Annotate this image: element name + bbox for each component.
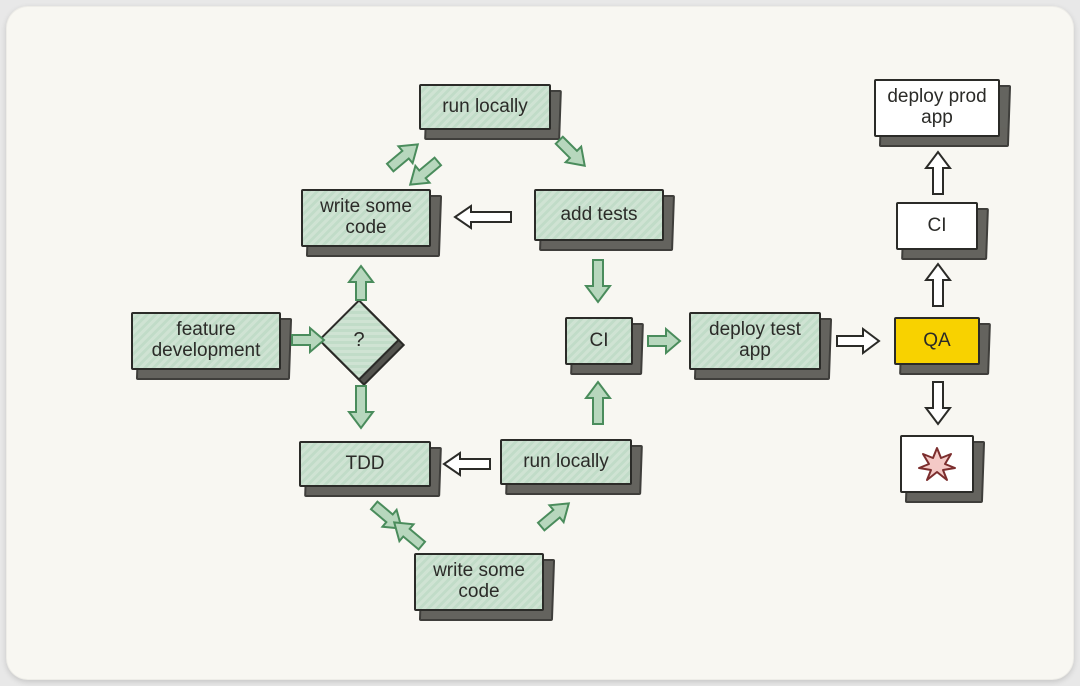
- node-label: ?: [330, 311, 388, 369]
- node-label: QA: [923, 331, 950, 352]
- node-label: run locally: [442, 97, 528, 118]
- node-label: write some code: [422, 561, 536, 603]
- arrow-writebot-to-runbot: [531, 492, 578, 538]
- diagram-card: { "nodes": { "feature_dev": { "label": "…: [6, 6, 1074, 680]
- node-label: add tests: [560, 205, 637, 226]
- arrow-qa-to-ciwhite: [924, 262, 952, 308]
- node-deploy-test-app: deploy test app: [689, 312, 821, 370]
- arrow-runbot-to-tdd: [442, 451, 492, 477]
- arrow-feature-to-decision: [290, 326, 326, 354]
- node-bug: [900, 435, 974, 493]
- arrow-ci-to-deploytest: [646, 327, 682, 355]
- node-decision: ?: [330, 311, 384, 365]
- burst-icon: [917, 444, 957, 484]
- node-deploy-prod-app: deploy prod app: [874, 79, 1000, 137]
- arrow-qa-to-bug: [924, 380, 952, 426]
- arrow-runbot-to-ci: [584, 380, 612, 426]
- node-label: feature development: [139, 320, 273, 362]
- node-write-code-bottom: write some code: [414, 553, 544, 611]
- node-qa: QA: [894, 317, 980, 365]
- arrow-addtests-to-ci: [584, 258, 612, 304]
- node-add-tests: add tests: [534, 189, 664, 241]
- node-feature-development: feature development: [131, 312, 281, 370]
- node-label: deploy prod app: [882, 87, 992, 129]
- node-tdd: TDD: [299, 441, 431, 487]
- node-ci-green: CI: [565, 317, 633, 365]
- diagram-stage: { "nodes": { "feature_dev": { "label": "…: [6, 6, 1074, 680]
- arrow-addtests-to-write: [453, 204, 513, 230]
- node-label: run locally: [523, 452, 609, 473]
- node-label: TDD: [345, 454, 384, 475]
- node-ci-white: CI: [896, 202, 978, 250]
- node-label: CI: [590, 331, 609, 352]
- arrow-decision-down: [347, 384, 375, 430]
- node-label: write some code: [309, 197, 423, 239]
- arrow-ciwhite-to-deployprod: [924, 150, 952, 196]
- node-run-locally-top: run locally: [419, 84, 551, 130]
- node-write-code-top: write some code: [301, 189, 431, 247]
- arrow-decision-up: [347, 262, 375, 302]
- node-label: CI: [928, 216, 947, 237]
- arrow-deploytest-to-qa: [835, 327, 881, 355]
- node-run-locally-bottom: run locally: [500, 439, 632, 485]
- node-label: deploy test app: [697, 320, 813, 362]
